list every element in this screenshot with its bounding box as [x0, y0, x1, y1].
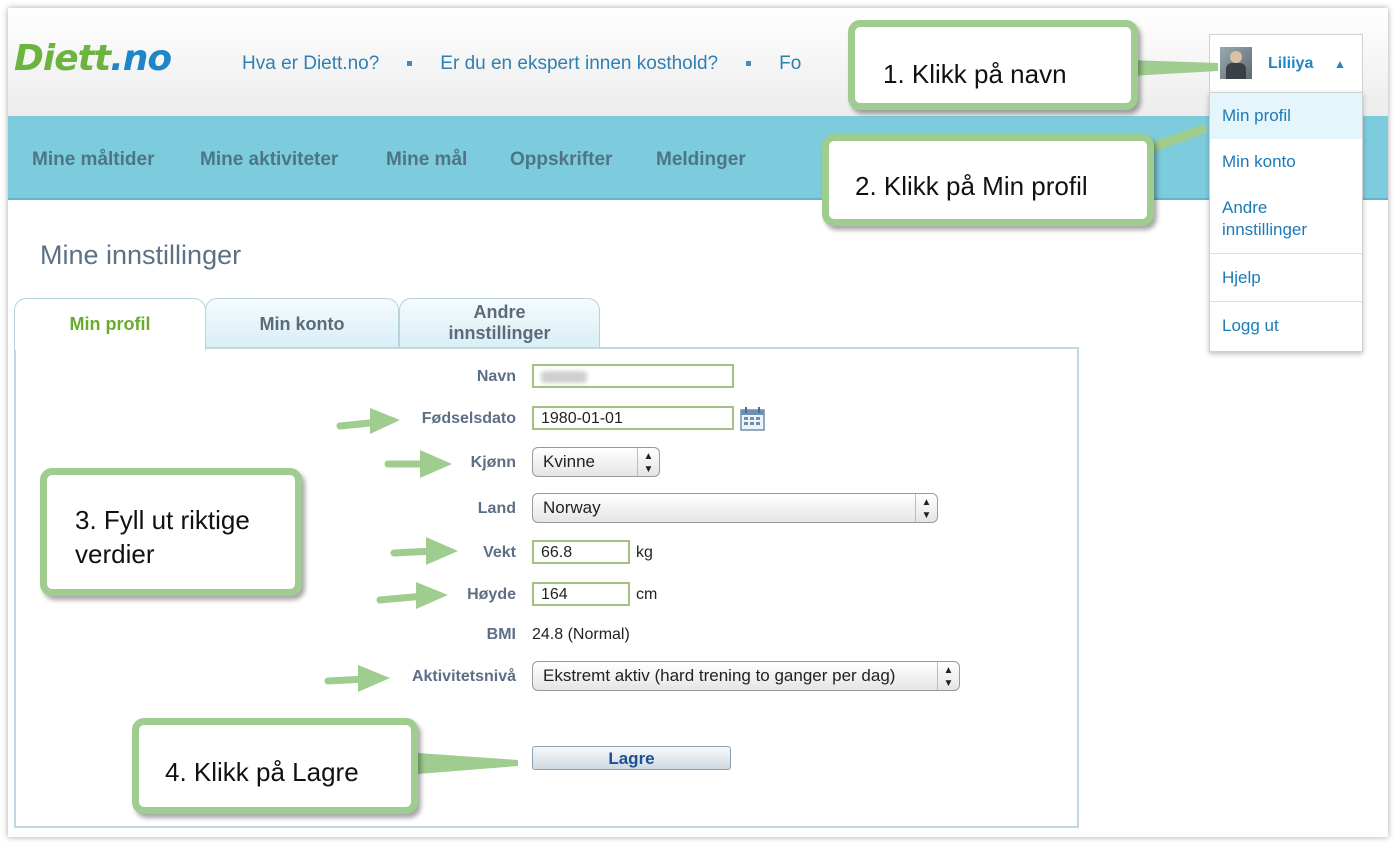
arrow-head-icon	[358, 665, 390, 692]
annotation-arrows	[324, 60, 1218, 774]
callout-text-line-1: 3. Fyll ut riktige	[75, 505, 250, 535]
callout-4-pointer	[418, 753, 518, 774]
callout-step-2: 2. Klikk på Min profil	[822, 134, 1154, 226]
browser-page: Diett.no Hva er Diett.no? Er du en eksper…	[8, 8, 1388, 837]
arrow-head-icon	[420, 450, 452, 478]
callout-1-pointer	[1130, 60, 1218, 76]
callout-text: 2. Klikk på Min profil	[855, 171, 1088, 201]
callout-step-4: 4. Klikk på Lagre	[132, 718, 418, 814]
callout-step-1: 1. Klikk på navn	[848, 20, 1138, 110]
callout-step-3: 3. Fyll ut riktige verdier	[40, 468, 302, 596]
arrow-head-icon	[416, 582, 448, 609]
callout-text-line-2: verdier	[75, 539, 155, 569]
callout-text: 1. Klikk på navn	[883, 59, 1067, 89]
callout-2-pointer	[1146, 124, 1208, 154]
arrow-head-icon	[370, 408, 400, 434]
arrow-head-icon	[426, 537, 458, 565]
tab-min-profil[interactable]: Min profil	[14, 298, 206, 350]
tab-label: Min profil	[69, 314, 151, 334]
callout-text: 4. Klikk på Lagre	[165, 757, 359, 787]
